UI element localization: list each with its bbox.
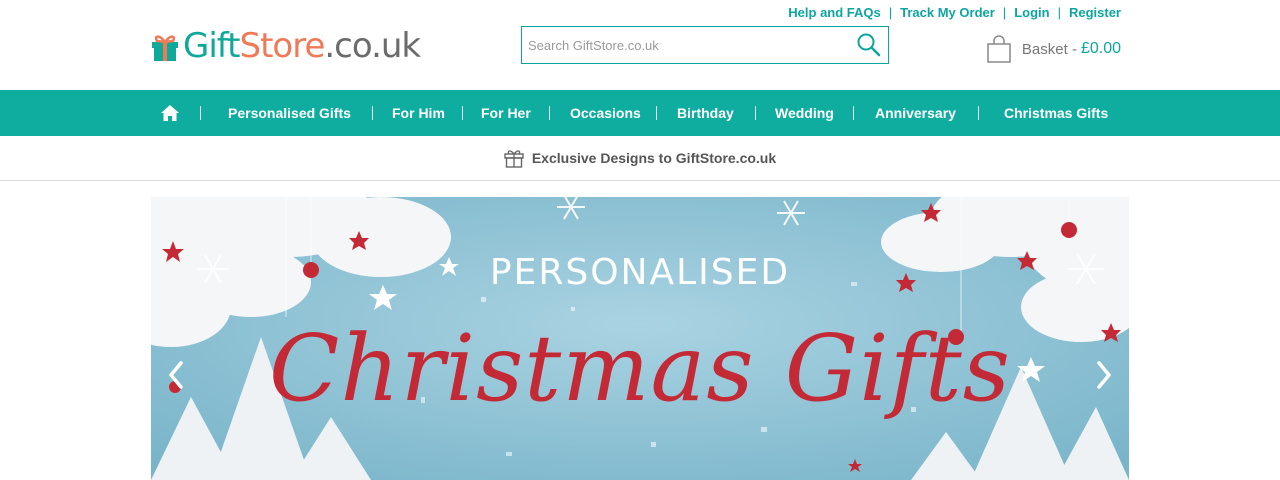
gift-box-logo-icon: [152, 35, 178, 61]
home-icon[interactable]: [160, 103, 180, 123]
nav-item-christmas-gifts[interactable]: Christmas Gifts: [1004, 90, 1108, 136]
nav-divider: [200, 106, 201, 120]
nav-item-wedding[interactable]: Wedding: [775, 90, 834, 136]
search-button[interactable]: [850, 27, 888, 63]
site-logo[interactable]: GiftStore.co.uk: [151, 26, 421, 66]
login-link[interactable]: Login: [1014, 5, 1049, 20]
nav-item-personalised-gifts[interactable]: Personalised Gifts: [228, 90, 351, 136]
nav-divider: [755, 106, 756, 120]
nav-item-birthday[interactable]: Birthday: [677, 90, 734, 136]
chevron-right-icon[interactable]: [1093, 357, 1115, 393]
nav-divider: [656, 106, 657, 120]
main-navigation: Personalised Gifts For Him For Her Occas…: [0, 90, 1280, 136]
logo-text: GiftStore.co.uk: [183, 26, 421, 66]
logo-text-gift: Gift: [183, 26, 240, 66]
separator: |: [888, 5, 893, 20]
basket-button[interactable]: Basket - £0.00: [987, 35, 1121, 63]
track-order-link[interactable]: Track My Order: [900, 5, 995, 20]
nav-item-occasions[interactable]: Occasions: [570, 90, 641, 136]
register-link[interactable]: Register: [1069, 5, 1121, 20]
search-box: [521, 26, 889, 64]
logo-text-tld: .co.uk: [324, 26, 421, 66]
nav-divider: [978, 106, 979, 120]
site-header: GiftStore.co.uk Help and FAQs | Track My…: [0, 0, 1280, 90]
shopping-bag-icon: [987, 35, 1011, 63]
promo-strip: Exclusive Designs to GiftStore.co.uk: [0, 136, 1280, 181]
top-links: Help and FAQs | Track My Order | Login |…: [788, 5, 1121, 20]
nav-divider: [853, 106, 854, 120]
hero-banner[interactable]: PERSONALISED Christmas Gifts: [151, 197, 1129, 480]
help-faqs-link[interactable]: Help and FAQs: [788, 5, 880, 20]
logo-text-store: Store: [239, 26, 326, 66]
search-icon: [857, 33, 881, 57]
nav-divider: [549, 106, 550, 120]
banner-title: Christmas Gifts: [269, 315, 1011, 422]
separator: |: [1002, 5, 1007, 20]
chevron-left-icon[interactable]: [165, 357, 187, 393]
banner-subtitle: PERSONALISED: [489, 252, 791, 293]
basket-label: Basket -: [1021, 40, 1077, 58]
nav-item-for-her[interactable]: For Her: [481, 90, 531, 136]
promo-message: Exclusive Designs to GiftStore.co.uk: [504, 148, 776, 168]
search-input[interactable]: [522, 28, 850, 62]
separator: |: [1057, 5, 1061, 20]
nav-item-anniversary[interactable]: Anniversary: [875, 90, 956, 136]
nav-item-for-him[interactable]: For Him: [392, 90, 445, 136]
basket-total: £0.00: [1080, 40, 1121, 57]
promo-text: Exclusive Designs to GiftStore.co.uk: [531, 150, 777, 166]
gift-icon: [504, 150, 524, 168]
nav-divider: [462, 106, 463, 120]
nav-divider: [372, 106, 373, 120]
